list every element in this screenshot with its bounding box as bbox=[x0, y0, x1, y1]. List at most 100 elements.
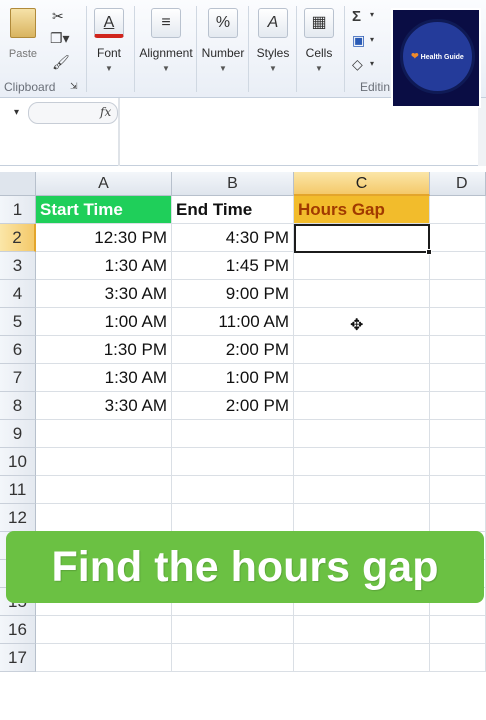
cell-a10[interactable] bbox=[36, 448, 172, 476]
cells-label: Cells bbox=[305, 46, 333, 60]
cell-a9[interactable] bbox=[36, 420, 172, 448]
cell-a3[interactable]: 1:30 AM bbox=[36, 252, 172, 280]
cell-d16[interactable] bbox=[430, 616, 486, 644]
cell-b11[interactable] bbox=[172, 476, 294, 504]
cell-c16[interactable] bbox=[294, 616, 430, 644]
row-header[interactable]: 6 bbox=[0, 336, 36, 364]
cell-a1[interactable]: Start Time bbox=[36, 196, 172, 224]
cell-b17[interactable] bbox=[172, 644, 294, 672]
row-header[interactable]: 3 bbox=[0, 252, 36, 280]
row-header[interactable]: 4 bbox=[0, 280, 36, 308]
row-header[interactable]: 1 bbox=[0, 196, 36, 224]
cell-a7[interactable]: 1:30 AM bbox=[36, 364, 172, 392]
cell-c10[interactable] bbox=[294, 448, 430, 476]
cell-d10[interactable] bbox=[430, 448, 486, 476]
cell-b4[interactable]: 9:00 PM bbox=[172, 280, 294, 308]
cell-a8[interactable]: 3:30 AM bbox=[36, 392, 172, 420]
cell-b7[interactable]: 1:00 PM bbox=[172, 364, 294, 392]
table-row: 4 3:30 AM 9:00 PM bbox=[0, 280, 486, 308]
cell-a4[interactable]: 3:30 AM bbox=[36, 280, 172, 308]
dialog-launcher-icon[interactable]: ⇲ bbox=[70, 81, 78, 92]
cell-c1[interactable]: Hours Gap bbox=[294, 196, 430, 224]
cell-c8[interactable] bbox=[294, 392, 430, 420]
cell-d6[interactable] bbox=[430, 336, 486, 364]
column-header-a[interactable]: A bbox=[36, 172, 172, 196]
row-header[interactable]: 17 bbox=[0, 644, 36, 672]
styles-button[interactable]: A Styles ▼ bbox=[248, 8, 298, 88]
name-box[interactable]: ▾ bbox=[0, 102, 30, 124]
cells-button[interactable]: ▦ Cells ▼ bbox=[294, 8, 344, 88]
cell-c6[interactable] bbox=[294, 336, 430, 364]
cell-b16[interactable] bbox=[172, 616, 294, 644]
row-header[interactable]: 5 bbox=[0, 308, 36, 336]
cell-d2[interactable] bbox=[430, 224, 486, 252]
autosum-icon[interactable]: Σ bbox=[352, 8, 361, 25]
cell-d7[interactable] bbox=[430, 364, 486, 392]
cell-b8[interactable]: 2:00 PM bbox=[172, 392, 294, 420]
insert-function-icon[interactable]: fx bbox=[100, 105, 111, 119]
row-header[interactable]: 2 bbox=[0, 224, 36, 252]
fill-handle[interactable] bbox=[426, 249, 432, 255]
cell-c9[interactable] bbox=[294, 420, 430, 448]
format-painter-icon[interactable]: 🖌 bbox=[52, 54, 70, 71]
cell-d3[interactable] bbox=[430, 252, 486, 280]
cell-a2[interactable]: 12:30 PM bbox=[36, 224, 172, 252]
copy-icon[interactable]: ❐▾ bbox=[50, 30, 70, 47]
active-cell-c2[interactable] bbox=[294, 224, 430, 253]
formula-bar-scroll[interactable] bbox=[478, 98, 486, 166]
row-header[interactable]: 16 bbox=[0, 616, 36, 644]
cell-c4[interactable] bbox=[294, 280, 430, 308]
cell-c12[interactable] bbox=[294, 504, 430, 532]
cell-b2[interactable]: 4:30 PM bbox=[172, 224, 294, 252]
table-row: 11 bbox=[0, 476, 486, 504]
number-button[interactable]: % Number ▼ bbox=[198, 8, 248, 88]
cell-b5[interactable]: 11:00 AM bbox=[172, 308, 294, 336]
cell-a17[interactable] bbox=[36, 644, 172, 672]
cells-icon: ▦ bbox=[304, 8, 334, 38]
cell-a6[interactable]: 1:30 PM bbox=[36, 336, 172, 364]
cut-icon[interactable]: ✂ bbox=[52, 8, 64, 25]
cell-a16[interactable] bbox=[36, 616, 172, 644]
cell-a12[interactable] bbox=[36, 504, 172, 532]
cell-d1[interactable] bbox=[430, 196, 486, 224]
row-header[interactable]: 9 bbox=[0, 420, 36, 448]
fill-icon[interactable]: ▣ bbox=[352, 32, 365, 49]
alignment-button[interactable]: ≡ Alignment ▼ bbox=[138, 8, 194, 88]
cell-b12[interactable] bbox=[172, 504, 294, 532]
cell-b10[interactable] bbox=[172, 448, 294, 476]
cell-b9[interactable] bbox=[172, 420, 294, 448]
number-label: Number bbox=[201, 46, 245, 60]
cell-b3[interactable]: 1:45 PM bbox=[172, 252, 294, 280]
column-header-d[interactable]: D bbox=[430, 172, 486, 196]
paste-icon bbox=[10, 8, 36, 38]
column-header-c[interactable]: C bbox=[294, 172, 430, 196]
row-header[interactable]: 7 bbox=[0, 364, 36, 392]
cell-c11[interactable] bbox=[294, 476, 430, 504]
paste-button[interactable]: Paste bbox=[4, 8, 42, 72]
cell-b6[interactable]: 2:00 PM bbox=[172, 336, 294, 364]
cell-d12[interactable] bbox=[430, 504, 486, 532]
cell-d8[interactable] bbox=[430, 392, 486, 420]
formula-input[interactable] bbox=[122, 98, 472, 166]
cell-d11[interactable] bbox=[430, 476, 486, 504]
row-header[interactable]: 12 bbox=[0, 504, 36, 532]
row-header[interactable]: 8 bbox=[0, 392, 36, 420]
cell-a11[interactable] bbox=[36, 476, 172, 504]
column-header-b[interactable]: B bbox=[172, 172, 294, 196]
font-button[interactable]: A Font ▼ bbox=[84, 8, 134, 88]
table-row: 16 bbox=[0, 616, 486, 644]
cell-b1[interactable]: End Time bbox=[172, 196, 294, 224]
row-header[interactable]: 11 bbox=[0, 476, 36, 504]
cell-d9[interactable] bbox=[430, 420, 486, 448]
table-row: 10 bbox=[0, 448, 486, 476]
cell-c17[interactable] bbox=[294, 644, 430, 672]
cell-d17[interactable] bbox=[430, 644, 486, 672]
cell-d4[interactable] bbox=[430, 280, 486, 308]
cell-d5[interactable] bbox=[430, 308, 486, 336]
cell-c3[interactable] bbox=[294, 252, 430, 280]
clear-icon[interactable]: ◇ bbox=[352, 56, 363, 73]
cell-c7[interactable] bbox=[294, 364, 430, 392]
row-header[interactable]: 10 bbox=[0, 448, 36, 476]
select-all-corner[interactable] bbox=[0, 172, 36, 196]
cell-a5[interactable]: 1:00 AM bbox=[36, 308, 172, 336]
